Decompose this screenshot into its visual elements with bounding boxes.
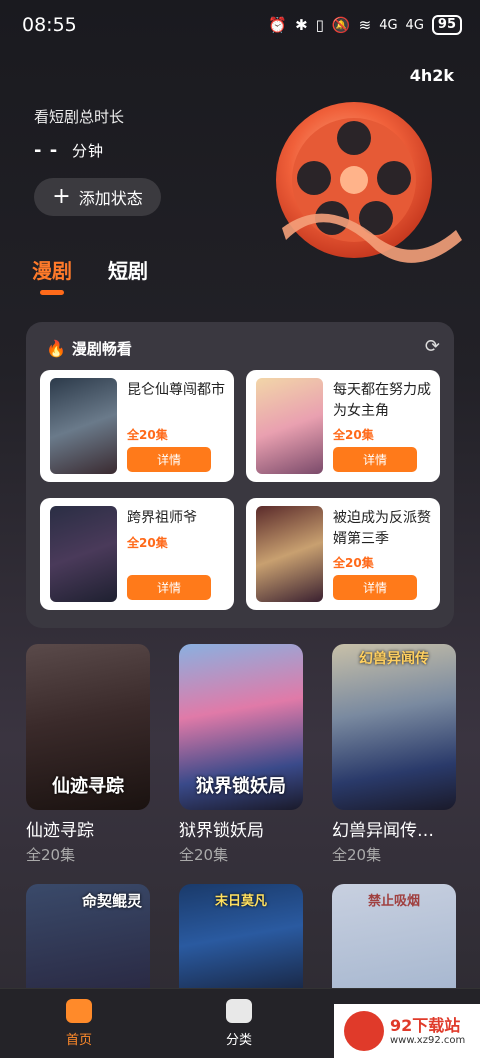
refresh-icon[interactable]: ⟳ [425,336,440,357]
poster-caption: 狱界锁妖局 [196,776,286,797]
status-icons: ⏰ ✱ ▯ 🔕 ≋ 4G 4G 95 [268,15,462,35]
film-reel-icon [276,102,462,263]
details-button[interactable]: 详情 [333,575,417,600]
nav-category-label: 分类 [226,1033,253,1048]
status-bar: 08:55 ⏰ ✱ ▯ 🔕 ≋ 4G 4G 95 [0,0,480,50]
poster-caption: 禁止吸烟 [367,894,420,909]
home-icon [66,999,92,1023]
poster-title[interactable]: 幻兽异闻传… [332,816,434,841]
add-status-button[interactable]: + 添加状态 [34,178,161,216]
poster-card[interactable]: 命契鲲灵 [26,884,150,988]
watch-time-value: - - 分钟 [34,140,104,161]
nav-category[interactable]: 分类 [226,999,252,1048]
vibrate-icon: ▯ [315,16,324,34]
site-watermark: 92下载站 www.xz92.com [334,1004,480,1058]
poster-episodes: 全20集 [179,846,229,864]
watch-time-label: 看短剧总时长 [34,108,125,126]
watermark-logo-icon [344,1011,384,1051]
watermark-url: www.xz92.com [390,1034,466,1046]
panel-title: 漫剧畅看 [71,340,132,358]
watch-time-unit: 分钟 [72,142,105,160]
category-tabs: 漫剧 短剧 [32,255,148,284]
wifi-icon: ≋ [358,16,372,34]
poster-card[interactable]: 禁止吸烟 [332,884,456,988]
status-time: 08:55 [22,14,77,36]
tab-duanju[interactable]: 短剧 [108,255,148,284]
mute-icon: 🔕 [331,16,351,34]
active-tab-indicator [40,290,64,295]
details-button[interactable]: 详情 [333,447,417,472]
poster-episodes: 全20集 [26,846,76,864]
poster-caption: 末日莫凡 [214,894,267,909]
card-cover [256,378,323,474]
drama-card[interactable]: 昆仑仙尊闯都市 全20集 详情 [40,370,234,482]
poster-title[interactable]: 仙迹寻踪 [26,816,94,841]
poster-caption: 幻兽异闻传 [359,651,429,667]
alarm-icon: ⏰ [268,16,288,34]
featured-panel: 🔥 漫剧畅看 ⟳ 昆仑仙尊闯都市 全20集 详情 每天都在努力成为女主角 全20… [26,322,454,628]
clapperboard-icon [226,999,252,1023]
nav-home-label: 首页 [66,1033,93,1048]
watch-time-number: - - [34,140,59,161]
signal-icon-2: 4G [405,17,424,33]
poster-card[interactable]: 幻兽异闻传 [332,644,456,810]
card-episode-count: 全20集 [127,428,168,442]
card-title: 被迫成为反派赘婿第三季 [333,510,431,547]
battery-indicator: 95 [431,15,462,35]
fire-icon: 🔥 [46,339,66,358]
card-title: 跨界祖师爷 [127,510,197,526]
bluetooth-icon: ✱ [295,16,308,34]
plus-icon: + [52,184,71,209]
poster-card[interactable]: 末日莫凡 [179,884,303,988]
card-title: 昆仑仙尊闯都市 [127,382,225,398]
nav-home[interactable]: 首页 [66,999,92,1048]
card-title: 每天都在努力成为女主角 [333,382,431,419]
card-episode-count: 全20集 [333,556,374,570]
card-episode-count: 全20集 [127,536,168,550]
drama-card[interactable]: 跨界祖师爷 全20集 详情 [40,498,234,610]
add-status-label: 添加状态 [78,189,143,208]
tab-manju[interactable]: 漫剧 [32,255,72,284]
drama-card[interactable]: 被迫成为反派赘婿第三季 全20集 详情 [246,498,440,610]
signal-icon-1: 4G [379,17,398,33]
top-right-counter: 4h2k [409,66,454,85]
poster-episodes: 全20集 [332,846,382,864]
watermark-text: 92下载站 [390,1015,461,1035]
card-cover [256,506,323,602]
details-button[interactable]: 详情 [127,575,211,600]
poster-card[interactable]: 仙迹寻踪 [26,644,150,810]
panel-header: 🔥 漫剧畅看 [46,338,132,359]
poster-card[interactable]: 狱界锁妖局 [179,644,303,810]
drama-card[interactable]: 每天都在努力成为女主角 全20集 详情 [246,370,440,482]
poster-caption: 命契鲲灵 [81,892,142,910]
poster-title[interactable]: 狱界锁妖局 [179,816,264,841]
card-cover [50,506,117,602]
details-button[interactable]: 详情 [127,447,211,472]
card-episode-count: 全20集 [333,428,374,442]
poster-caption: 仙迹寻踪 [52,776,124,797]
card-cover [50,378,117,474]
